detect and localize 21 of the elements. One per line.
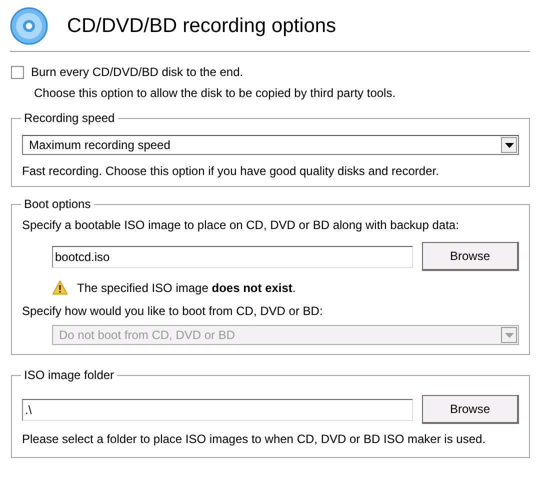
page-title: CD/DVD/BD recording options [67,14,336,38]
speed-description: Fast recording. Choose this option if you have good quality disks and recorder. [22,164,439,179]
boot-prompt: Specify a bootable ISO image to place on CD, DVD or BD along with backup data: [22,218,459,233]
option-description: Choose this option to allow the disk to be copied by third party tools. [34,86,396,101]
browse-button[interactable]: Browse [422,242,519,271]
checkbox[interactable] [11,66,24,78]
disc-icon [10,7,48,45]
folder-description: Please select a folder to place ISO images to when CD, DVD or BD ISO maker is used. [22,432,486,447]
checkbox-label: Burn every CD/DVD/BD disk to the end. [31,65,244,79]
warning-icon [52,280,68,295]
input-field[interactable]: .\ [22,398,413,420]
dropdown[interactable]: Maximum recording speed [22,135,519,155]
group-title: Boot options [23,197,92,211]
caret-icon [504,142,514,148]
input-field[interactable]: bootcd.iso [52,246,413,268]
warning-message: The specified ISO image does not exist. [77,280,296,294]
browse-button[interactable]: Browse [422,395,519,424]
group-title: Recording speed [23,111,116,125]
caret-icon [504,332,514,338]
boot-method-prompt: Specify how would you like to boot from CD, DVD or BD: [22,304,323,319]
group-title: ISO image folder [23,368,116,382]
